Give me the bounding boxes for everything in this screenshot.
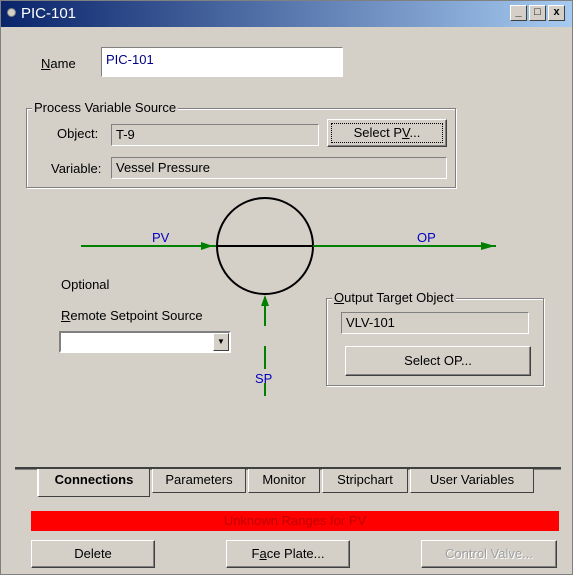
tab-user-variables[interactable]: User Variables <box>410 469 534 493</box>
delete-button[interactable]: Delete <box>31 540 155 568</box>
title-bar[interactable]: PIC-101 _ □ x <box>1 1 572 27</box>
tab-parameters[interactable]: Parameters <box>152 469 246 493</box>
variable-label: Variable: <box>51 161 102 176</box>
object-field: T-9 <box>111 124 319 146</box>
pv-source-group-title: Process Variable Source <box>32 100 179 115</box>
tab-stripchart[interactable]: Stripchart <box>322 469 408 493</box>
sp-label: SP <box>255 371 273 386</box>
select-op-button[interactable]: Select OP... <box>345 346 531 376</box>
name-input[interactable]: PIC-101 <box>101 47 343 77</box>
op-arrow-icon <box>481 242 495 250</box>
controller-window: PIC-101 _ □ x Name PIC-101 Process Varia… <box>0 0 573 575</box>
remote-setpoint-select[interactable]: ▼ <box>59 331 231 353</box>
pv-label: PV <box>152 230 170 245</box>
sp-arrow-icon <box>261 295 269 306</box>
maximize-button[interactable]: □ <box>529 5 546 21</box>
tab-monitor[interactable]: Monitor <box>248 469 320 493</box>
remote-setpoint-label: Remote Setpoint Source <box>61 308 203 323</box>
output-target-group-title: Output Target Object <box>332 290 456 305</box>
variable-field: Vessel Pressure <box>111 157 447 179</box>
name-label: Name <box>41 56 76 71</box>
close-button[interactable]: x <box>548 5 565 21</box>
control-valve-button[interactable]: Control Valve... <box>421 540 557 568</box>
object-label: Object: <box>57 126 99 141</box>
chevron-down-icon[interactable]: ▼ <box>213 333 229 351</box>
window-icon[interactable] <box>7 8 16 17</box>
status-message: Unknown Ranges for PV <box>31 511 559 531</box>
minimize-button[interactable]: _ <box>510 5 527 21</box>
window-title: PIC-101 <box>21 5 77 22</box>
tab-connections[interactable]: Connections <box>37 469 150 497</box>
optional-label: Optional <box>61 277 110 292</box>
output-target-field: VLV-101 <box>341 312 529 334</box>
face-plate-button[interactable]: Face Plate... <box>226 540 350 568</box>
op-label: OP <box>417 230 436 245</box>
select-pv-button[interactable]: Select PV... <box>327 119 447 147</box>
pv-arrow-icon <box>201 242 213 250</box>
